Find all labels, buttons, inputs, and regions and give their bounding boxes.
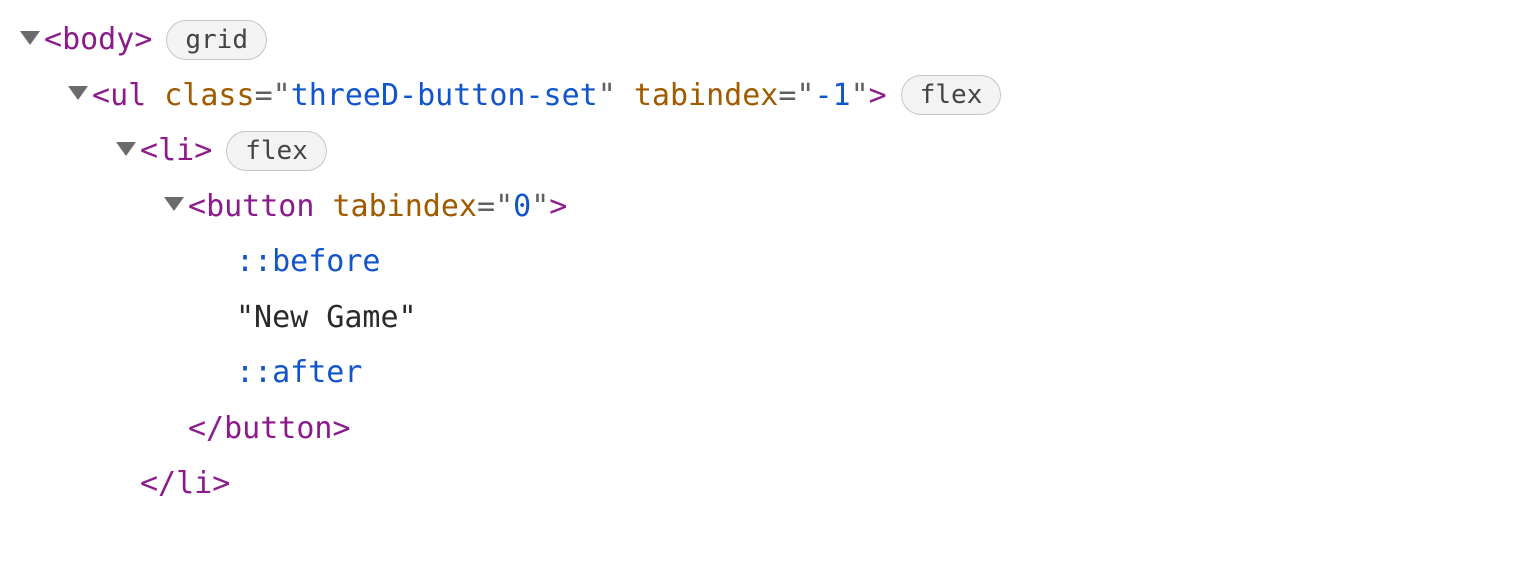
attr-eq: =	[477, 179, 495, 235]
layout-badge-flex[interactable]: flex	[226, 131, 327, 171]
attr-name-tabindex: tabindex	[634, 68, 779, 124]
tag-open-bracket: <	[188, 179, 206, 235]
close-tag-bracket: </	[140, 456, 176, 512]
attr-name-tabindex: tabindex	[333, 179, 478, 235]
attr-quote: "	[273, 68, 291, 124]
close-tag-name-button: button	[224, 401, 332, 457]
tree-row-body[interactable]: <body> grid	[20, 12, 1506, 68]
layout-badge-grid[interactable]: grid	[166, 20, 267, 60]
attr-value-class: threeD-button-set	[291, 68, 598, 124]
tag-open-bracket: <	[140, 123, 158, 179]
close-tag-bracket: </	[188, 401, 224, 457]
tag-close-bracket: >	[134, 12, 152, 68]
attr-value-tabindex: -1	[814, 68, 850, 124]
close-tag-bracket: >	[333, 401, 351, 457]
tree-row-pseudo-before[interactable]: ::before	[20, 234, 1506, 290]
pseudo-before: ::before	[236, 234, 381, 290]
tree-row-text-node[interactable]: "New Game"	[20, 290, 1506, 346]
tree-row-ul[interactable]: <ul class="threeD-button-set" tabindex="…	[20, 68, 1506, 124]
attr-value-tabindex: 0	[513, 179, 531, 235]
tag-name-li: li	[158, 123, 194, 179]
tree-row-pseudo-after[interactable]: ::after	[20, 345, 1506, 401]
pseudo-after: ::after	[236, 345, 362, 401]
tree-row-close-button[interactable]: </button>	[20, 401, 1506, 457]
chevron-down-icon[interactable]	[164, 197, 184, 211]
tag-close-bracket: >	[194, 123, 212, 179]
attr-eq: =	[778, 68, 796, 124]
text-node-value: "New Game"	[236, 290, 417, 346]
tag-name-ul: ul	[110, 68, 146, 124]
attr-eq: =	[255, 68, 273, 124]
tag-open-bracket: <	[44, 12, 62, 68]
tag-close-bracket: >	[549, 179, 567, 235]
close-tag-name-li: li	[176, 456, 212, 512]
attr-quote: "	[796, 68, 814, 124]
tag-open-bracket: <	[92, 68, 110, 124]
dom-tree: <body> grid <ul class="threeD-button-set…	[20, 12, 1506, 512]
tag-name-body: body	[62, 12, 134, 68]
layout-badge-flex[interactable]: flex	[901, 75, 1002, 115]
tree-row-button[interactable]: <button tabindex="0">	[20, 179, 1506, 235]
attr-quote: "	[851, 68, 869, 124]
attr-quote: "	[531, 179, 549, 235]
attr-quote: "	[495, 179, 513, 235]
attr-quote: "	[598, 68, 616, 124]
chevron-down-icon[interactable]	[20, 31, 40, 45]
tag-name-button: button	[206, 179, 314, 235]
chevron-down-icon[interactable]	[68, 86, 88, 100]
close-tag-bracket: >	[212, 456, 230, 512]
tree-row-close-li[interactable]: </li>	[20, 456, 1506, 512]
chevron-down-icon[interactable]	[116, 142, 136, 156]
tag-close-bracket: >	[869, 68, 887, 124]
attr-name-class: class	[164, 68, 254, 124]
tree-row-li[interactable]: <li> flex	[20, 123, 1506, 179]
